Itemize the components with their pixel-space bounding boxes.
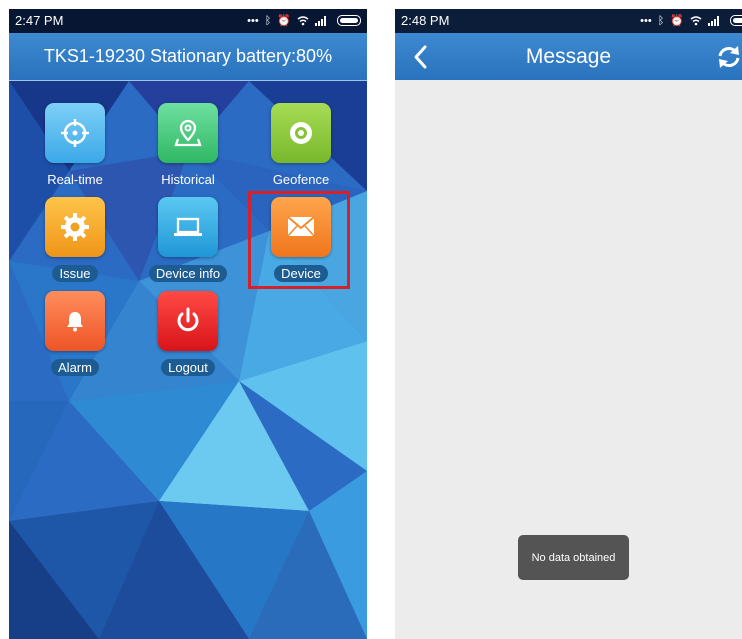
bell-icon xyxy=(45,291,105,351)
refresh-icon[interactable] xyxy=(716,43,742,71)
message-title-bar: Message xyxy=(395,33,742,80)
page-title: Message xyxy=(525,44,612,68)
message-screen: 2:48 PM ••• ᛒ ⏰ Message No data obtained xyxy=(395,9,742,639)
page-title: TKS1-19230 Stationary battery:80% xyxy=(43,46,333,66)
battery-icon xyxy=(337,15,361,26)
menu-item-logout[interactable]: Logout xyxy=(132,291,244,383)
menu-item-alarm[interactable]: Alarm xyxy=(19,291,131,383)
more-icon: ••• xyxy=(247,14,259,27)
wifi-icon xyxy=(297,15,309,25)
device-title-bar: TKS1-19230 Stationary battery:80% xyxy=(9,33,367,81)
menu-item-device-info[interactable]: Device info xyxy=(132,197,244,289)
menu-label: Device info xyxy=(148,265,228,282)
menu-label: Alarm xyxy=(51,359,99,376)
status-time: 2:47 PM xyxy=(15,13,64,28)
bluetooth-icon: ᛒ xyxy=(657,14,665,27)
crosshair-icon xyxy=(45,103,105,163)
battery-icon xyxy=(730,15,742,26)
more-icon: ••• xyxy=(640,14,652,27)
menu-item-geofence[interactable]: Geofence xyxy=(245,103,357,195)
signal-icon xyxy=(708,15,719,26)
menu-label: Real-time xyxy=(47,172,103,187)
status-time: 2:48 PM xyxy=(401,13,450,28)
back-icon[interactable] xyxy=(413,44,429,70)
laptop-icon xyxy=(158,197,218,257)
bluetooth-icon: ᛒ xyxy=(264,14,272,27)
status-bar: 2:47 PM ••• ᛒ ⏰ xyxy=(9,9,367,33)
menu-item-issue[interactable]: Issue xyxy=(19,197,131,289)
map-pin-icon xyxy=(158,103,218,163)
menu-label: Geofence xyxy=(272,172,330,187)
menu-label: Issue xyxy=(52,265,98,282)
toast-text: No data obtained xyxy=(531,551,616,564)
status-bar: 2:48 PM ••• ᛒ ⏰ xyxy=(395,9,742,33)
menu-item-real-time[interactable]: Real-time xyxy=(19,103,131,195)
gear-icon xyxy=(45,197,105,257)
target-icon xyxy=(271,103,331,163)
power-icon xyxy=(158,291,218,351)
alarm-icon: ⏰ xyxy=(670,15,684,27)
menu-label: Historical xyxy=(161,172,215,187)
signal-icon xyxy=(315,15,326,26)
toast-message: No data obtained xyxy=(518,535,629,580)
main-menu-screen: 2:47 PM ••• ᛒ ⏰ TKS1-19230 Stationary ba… xyxy=(9,9,367,639)
menu-label: Logout xyxy=(161,359,215,376)
menu-item-historical[interactable]: Historical xyxy=(132,103,244,195)
highlight-box xyxy=(248,191,350,289)
alarm-icon: ⏰ xyxy=(277,15,291,27)
wifi-icon xyxy=(690,15,702,25)
